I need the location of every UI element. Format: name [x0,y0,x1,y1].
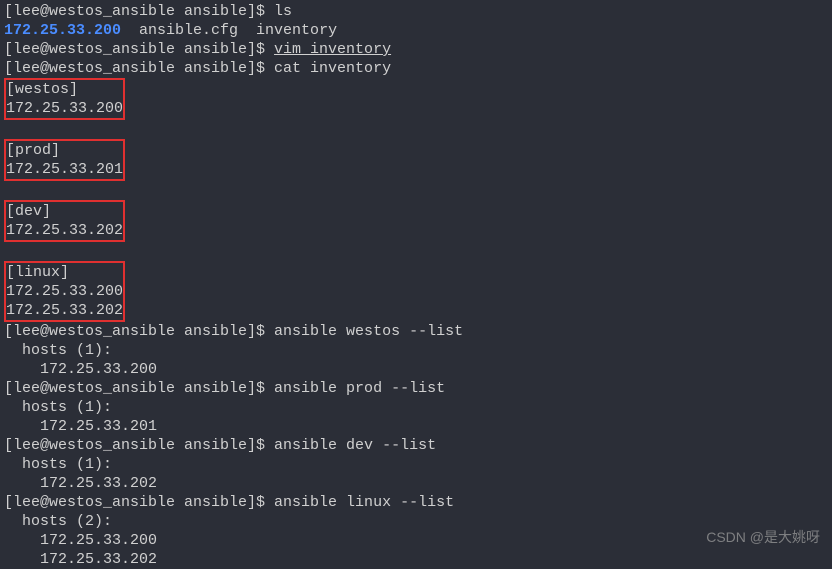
ls-output: 172.25.33.200 ansible.cfg inventory [4,21,828,40]
command-ansible-westos: ansible westos --list [274,323,463,340]
highlight-box-prod: [prod] 172.25.33.201 [4,139,125,181]
shell-prompt: [lee@westos_ansible ansible]$ [4,494,274,511]
directory-entry: 172.25.33.200 [4,22,121,39]
highlight-box-dev: [dev] 172.25.33.202 [4,200,125,242]
terminal-line: [lee@westos_ansible ansible]$ ansible we… [4,322,828,341]
shell-prompt: [lee@westos_ansible ansible]$ [4,323,274,340]
shell-prompt: [lee@westos_ansible ansible]$ [4,41,274,58]
command-ansible-dev: ansible dev --list [274,437,436,454]
highlight-box-westos: [westos] 172.25.33.200 [4,78,125,120]
shell-prompt: [lee@westos_ansible ansible]$ [4,437,274,454]
file-entries: ansible.cfg inventory [121,22,337,39]
blank-line [4,181,828,200]
watermark-text: CSDN @是大姚呀 [706,528,820,547]
shell-prompt: [lee@westos_ansible ansible]$ [4,3,274,20]
command-ansible-linux: ansible linux --list [274,494,454,511]
terminal-line: [lee@westos_ansible ansible]$ ansible pr… [4,379,828,398]
inventory-linux-group: [linux] 172.25.33.200 172.25.33.202 [6,264,123,319]
output-ip: 172.25.33.200 [4,360,828,379]
shell-prompt: [lee@westos_ansible ansible]$ [4,60,274,77]
output-hosts: hosts (1): [4,398,828,417]
blank-line [4,242,828,261]
command-ls: ls [274,3,292,20]
command-vim: vim inventory [274,41,391,58]
blank-line [4,120,828,139]
inventory-prod-group: [prod] 172.25.33.201 [6,142,123,178]
inventory-dev-group: [dev] 172.25.33.202 [6,203,123,239]
output-ip: 172.25.33.201 [4,417,828,436]
terminal-line: [lee@westos_ansible ansible]$ vim invent… [4,40,828,59]
output-ip: 172.25.33.202 [4,474,828,493]
highlight-box-linux: [linux] 172.25.33.200 172.25.33.202 [4,261,125,322]
terminal-line: [lee@westos_ansible ansible]$ cat invent… [4,59,828,78]
command-ansible-prod: ansible prod --list [274,380,445,397]
output-hosts: hosts (1): [4,455,828,474]
command-cat: cat inventory [274,60,391,77]
terminal-line: [lee@westos_ansible ansible]$ ls [4,2,828,21]
output-ip: 172.25.33.200 [4,531,828,550]
terminal-line: [lee@westos_ansible ansible]$ ansible de… [4,436,828,455]
inventory-westos-group: [westos] 172.25.33.200 [6,81,123,117]
output-hosts: hosts (1): [4,341,828,360]
output-hosts: hosts (2): [4,512,828,531]
terminal-line: [lee@westos_ansible ansible]$ ansible li… [4,493,828,512]
shell-prompt: [lee@westos_ansible ansible]$ [4,380,274,397]
output-ip: 172.25.33.202 [4,550,828,569]
